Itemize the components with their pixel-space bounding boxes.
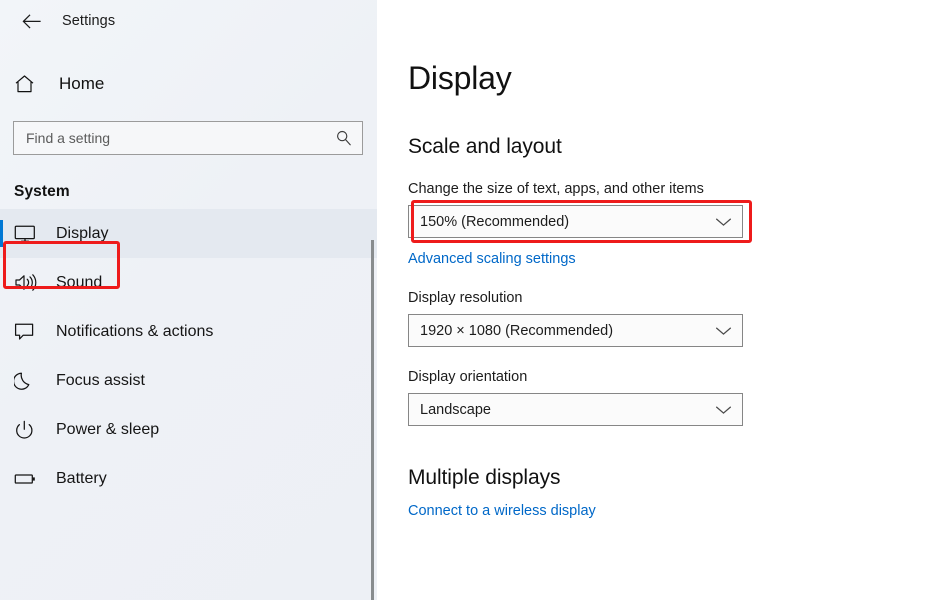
sidebar-item-power-sleep[interactable]: Power & sleep — [0, 405, 377, 454]
scale-dropdown-value: 150% (Recommended) — [409, 214, 569, 230]
title-bar: Settings — [0, 0, 377, 42]
search-input[interactable] — [14, 122, 362, 154]
sidebar-item-display[interactable]: Display — [0, 209, 377, 258]
resolution-dropdown-value: 1920 × 1080 (Recommended) — [409, 323, 613, 339]
resolution-field-label: Display resolution — [408, 290, 938, 306]
scale-combo-wrapper: 150% (Recommended) — [408, 205, 749, 238]
sidebar-item-sound[interactable]: Sound — [0, 258, 377, 307]
monitor-icon — [14, 224, 40, 243]
page-title: Display — [408, 60, 938, 97]
orientation-field-label: Display orientation — [408, 369, 938, 385]
resolution-dropdown[interactable]: 1920 × 1080 (Recommended) — [408, 314, 743, 347]
sidebar: Settings Home System — [0, 0, 377, 600]
battery-icon — [14, 471, 40, 486]
chevron-down-icon — [715, 325, 732, 336]
moon-icon — [14, 371, 40, 391]
selection-indicator — [0, 220, 3, 247]
sidebar-item-display-label: Display — [56, 225, 108, 243]
connect-wireless-display-link[interactable]: Connect to a wireless display — [408, 503, 596, 519]
sidebar-scrollbar-thumb[interactable] — [371, 240, 374, 600]
scale-field-label: Change the size of text, apps, and other… — [408, 181, 938, 197]
search-box[interactable] — [13, 121, 363, 155]
sidebar-item-home-label: Home — [59, 74, 104, 94]
sidebar-nav-list: Display Sound — [0, 209, 377, 503]
sidebar-item-sound-label: Sound — [56, 274, 102, 292]
orientation-dropdown-value: Landscape — [409, 402, 491, 418]
home-icon — [14, 74, 44, 94]
search-icon[interactable] — [335, 130, 352, 147]
sidebar-item-focus-assist[interactable]: Focus assist — [0, 356, 377, 405]
advanced-scaling-settings-link[interactable]: Advanced scaling settings — [408, 251, 576, 267]
sidebar-item-notifications-label: Notifications & actions — [56, 323, 213, 341]
settings-window: Settings Home System — [0, 0, 938, 600]
sidebar-item-power-sleep-label: Power & sleep — [56, 421, 159, 439]
speaker-icon — [14, 273, 40, 292]
sidebar-group-title: System — [0, 183, 377, 201]
scale-dropdown[interactable]: 150% (Recommended) — [408, 205, 743, 238]
orientation-dropdown[interactable]: Landscape — [408, 393, 743, 426]
sidebar-item-notifications[interactable]: Notifications & actions — [0, 307, 377, 356]
window-title: Settings — [62, 13, 115, 29]
scale-and-layout-heading: Scale and layout — [408, 135, 938, 159]
main-content: Display Scale and layout Change the size… — [377, 0, 938, 600]
sidebar-item-battery[interactable]: Battery — [0, 454, 377, 503]
chevron-down-icon — [715, 216, 732, 227]
sidebar-item-battery-label: Battery — [56, 470, 107, 488]
back-button[interactable] — [13, 6, 49, 36]
back-arrow-icon — [22, 14, 41, 29]
sidebar-item-focus-assist-label: Focus assist — [56, 372, 145, 390]
chevron-down-icon — [715, 404, 732, 415]
multiple-displays-heading: Multiple displays — [408, 466, 938, 490]
sidebar-scrollbar-track[interactable] — [371, 0, 374, 600]
sidebar-item-home[interactable]: Home — [0, 64, 377, 104]
speech-bubble-icon — [14, 322, 40, 341]
power-icon — [14, 420, 40, 440]
